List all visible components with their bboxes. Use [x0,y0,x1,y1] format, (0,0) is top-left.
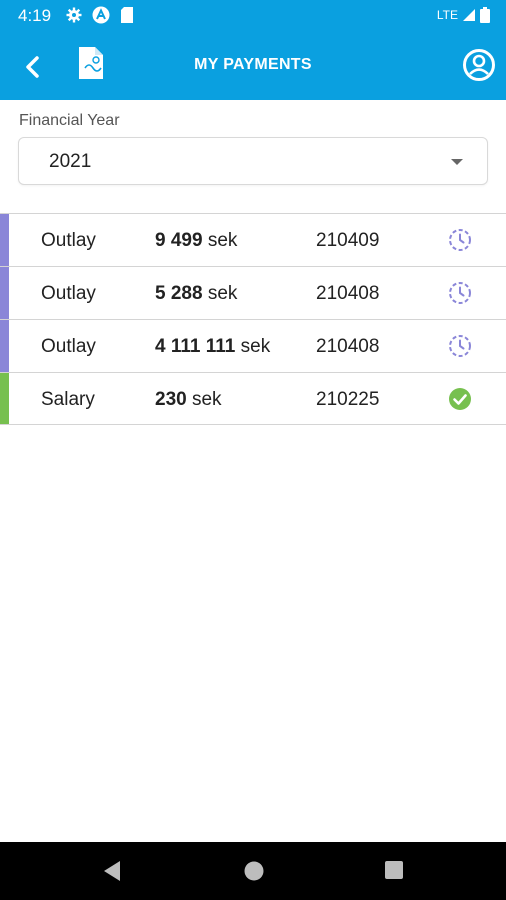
status-bar: 4:19 LTE [0,0,506,32]
financial-year-select[interactable]: 2021 [18,137,488,185]
profile-icon[interactable] [462,48,496,82]
payment-date: 210409 [316,230,380,251]
status-color-bar [0,320,9,372]
page-title: MY PAYMENTS [194,56,312,73]
payment-date: 210408 [316,283,380,304]
network-label: LTE [436,8,458,22]
status-color-bar [0,267,9,319]
payment-type: Outlay [41,283,96,304]
financial-year-value: 2021 [49,151,92,172]
status-color-bar [0,373,9,424]
gear-icon [66,7,82,23]
status-indicators: LTE [437,7,490,23]
payment-row[interactable]: Salary 230 sek 210225 [0,372,506,425]
battery-icon [480,7,490,23]
payment-type: Outlay [41,230,96,251]
payment-row[interactable]: Outlay 5 288 sek 210408 [0,266,506,319]
clock-icon [449,282,471,304]
sd-card-icon [121,7,133,23]
status-color-bar [0,214,9,266]
payment-type: Salary [41,389,95,410]
nav-home-icon[interactable] [243,860,265,882]
payment-amount: 5 288 sek [155,283,238,304]
payment-amount: 230 sek [155,389,222,410]
app-notification-icon [92,6,110,24]
payment-amount: 4 111 111 sek [155,336,271,357]
payment-date: 210408 [316,336,380,357]
payment-date: 210225 [316,389,380,410]
check-circle-icon [449,388,471,410]
payment-row[interactable]: Outlay 4 111 111 sek 210408 [0,319,506,372]
signal-icon [463,9,475,21]
payment-amount: 9 499 sek [155,230,238,251]
financial-year-label: Financial Year [19,112,120,129]
system-nav-bar [0,842,506,900]
app-bar: MY PAYMENTS [0,32,506,100]
status-time: 4:19 [18,6,52,25]
status-notification-icons [66,6,134,24]
payment-type: Outlay [41,336,96,357]
payment-row[interactable]: Outlay 9 499 sek 210409 [0,213,506,266]
nav-back-icon[interactable] [102,860,122,882]
clock-icon [449,229,471,251]
dropdown-caret-icon [451,159,463,165]
clock-icon [449,335,471,357]
payments-list: Outlay 9 499 sek 210409 Outlay 5 288 sek… [0,213,506,425]
nav-recents-icon[interactable] [384,860,404,880]
